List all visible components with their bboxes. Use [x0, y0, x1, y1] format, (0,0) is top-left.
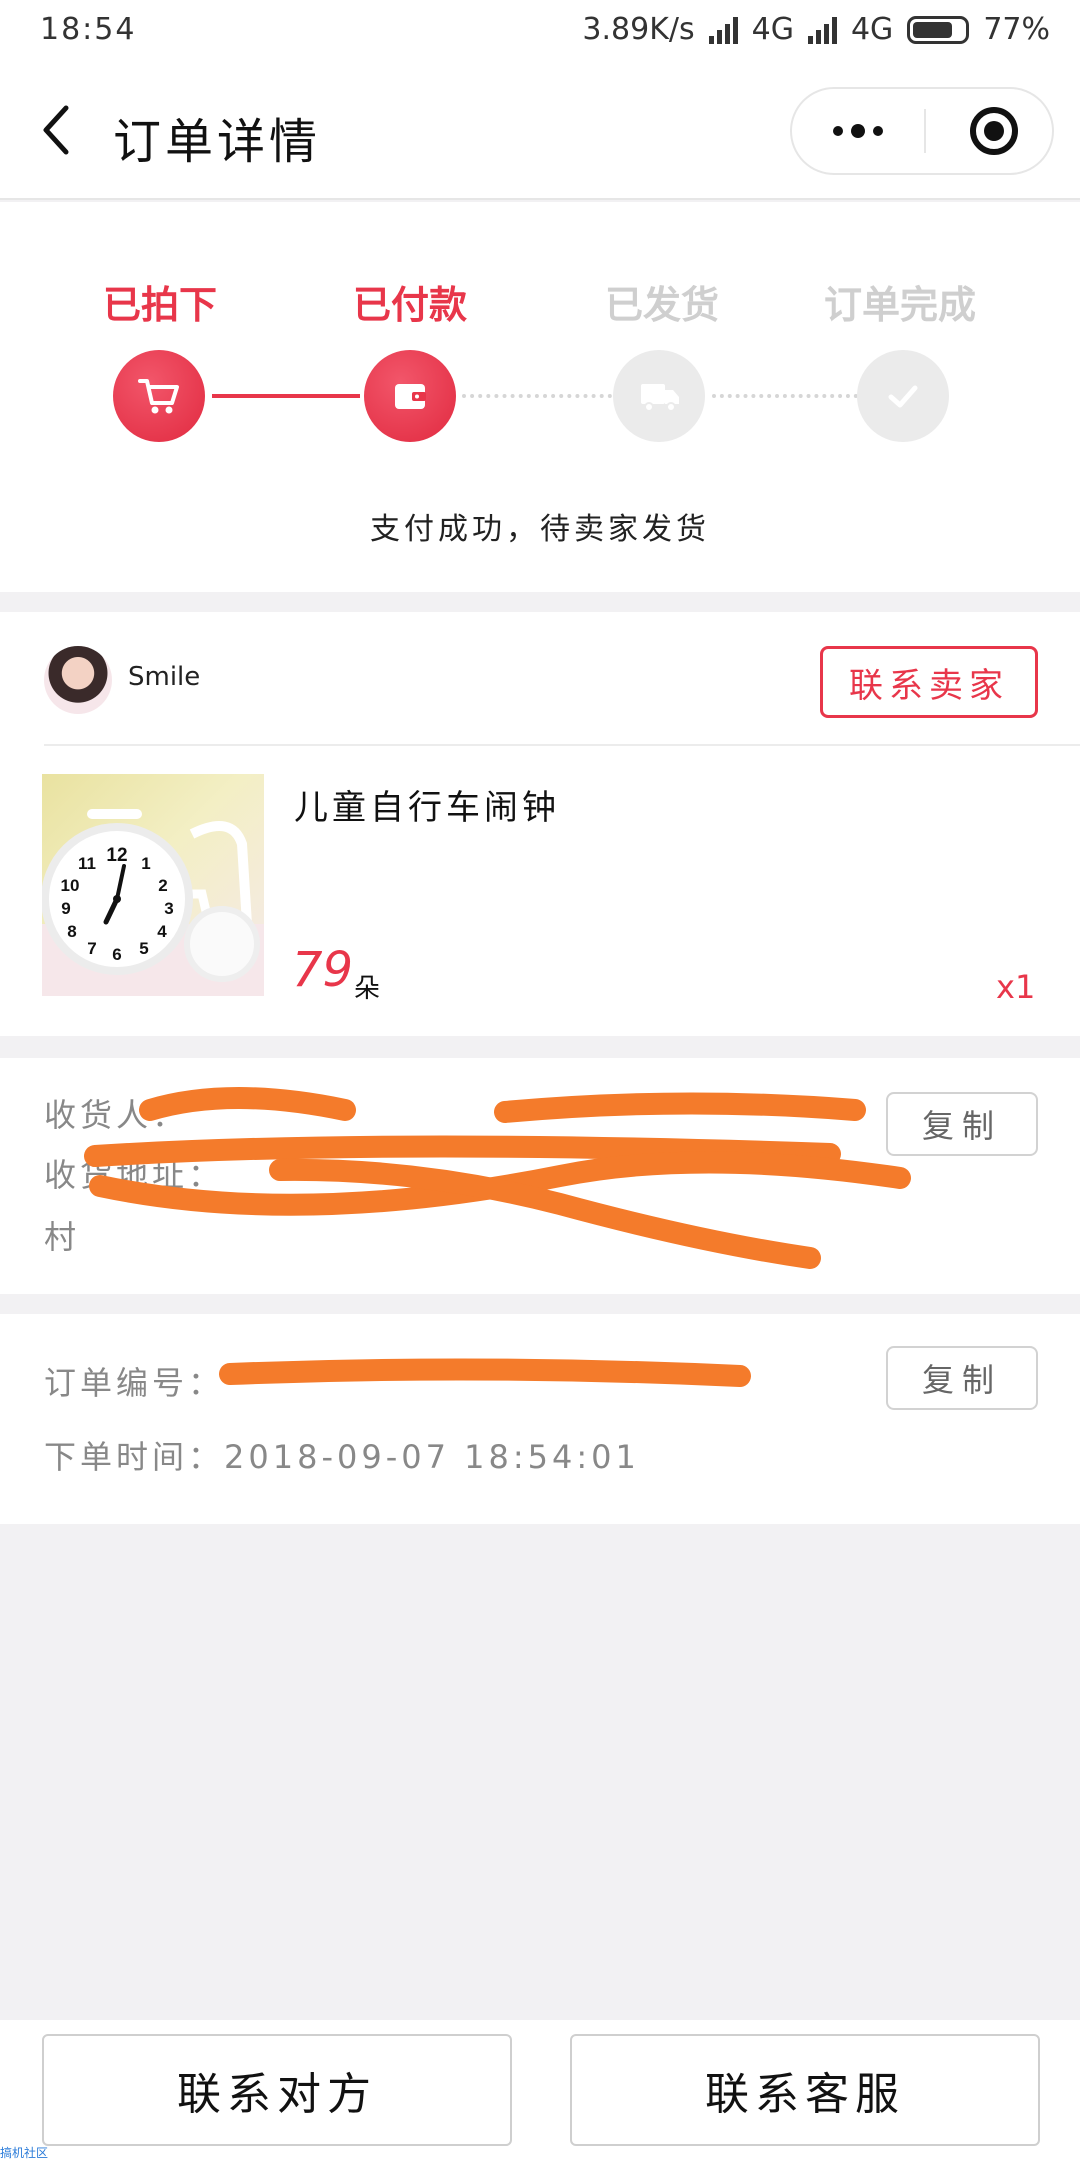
check-icon	[888, 385, 918, 408]
bottom-action-bar: 联系对方 联系客服	[0, 2020, 1080, 2160]
watermark: 搞机社区	[0, 2146, 49, 2160]
step-label-shipped: 已发货	[604, 283, 719, 327]
page-title: 订单详情	[113, 114, 322, 170]
chevron-left-icon	[43, 105, 69, 155]
step-label-ordered: 已拍下	[102, 283, 217, 327]
signal-icon	[708, 16, 738, 44]
svg-text:7: 7	[87, 939, 96, 958]
svg-text:3: 3	[164, 899, 173, 918]
network-speed: 3.89K/s	[582, 12, 695, 47]
address-label: 收货地址：	[44, 1156, 225, 1194]
status-bar: 18:54 3.89K/s 4G 4G 77%	[0, 0, 1080, 62]
svg-text:5: 5	[139, 939, 148, 958]
step-label-completed: 订单完成	[823, 283, 976, 327]
svg-text:4: 4	[157, 922, 167, 941]
svg-text:9: 9	[61, 899, 70, 918]
svg-text:6: 6	[112, 945, 121, 964]
svg-text:8: 8	[67, 922, 76, 941]
address-tail: 村	[44, 1218, 81, 1256]
product-image[interactable]: 12 11 10 1 2 3 4 5 6 7 8 9	[42, 774, 264, 996]
svg-text:11: 11	[78, 854, 96, 873]
alarm-clock-bicycle-image: 12 11 10 1 2 3 4 5 6 7 8 9	[42, 809, 264, 996]
price-unit: 朵	[354, 974, 381, 1004]
svg-text:10: 10	[61, 876, 80, 895]
step-circle-paid	[364, 350, 456, 442]
contact-other-party-button[interactable]: 联系对方	[42, 2034, 512, 2146]
copy-address-button[interactable]: 复制	[886, 1092, 1038, 1156]
product-quantity: x1	[996, 968, 1036, 1006]
cart-icon	[138, 379, 179, 414]
contact-customer-service-button[interactable]: 联系客服	[570, 2034, 1040, 2146]
dot-icon	[833, 126, 843, 136]
dot-icon	[851, 124, 865, 138]
capsule-divider	[924, 109, 926, 153]
product-price: 79	[292, 942, 354, 998]
step-label-paid: 已付款	[352, 283, 467, 327]
nav-bar: 订单详情	[0, 62, 1080, 200]
step-circle-shipped	[613, 350, 705, 442]
address-card: 收货人： 收货地址： 村 复制	[0, 1058, 1080, 1294]
battery-icon	[907, 15, 970, 44]
truck-icon	[641, 384, 679, 412]
order-status-text: 支付成功，待卖家发货	[370, 512, 710, 547]
svg-text:2: 2	[158, 876, 167, 895]
wallet-icon	[395, 384, 426, 409]
progress-line-pending	[462, 394, 612, 398]
miniprogram-capsule	[790, 87, 1054, 175]
progress-line-done	[212, 394, 360, 398]
product-title[interactable]: 儿童自行车闹钟	[294, 780, 560, 829]
dot-icon	[873, 126, 883, 136]
receiver-label: 收货人：	[44, 1096, 189, 1134]
seller-avatar[interactable]	[44, 646, 112, 714]
step-circle-completed	[857, 350, 949, 442]
progress-line-pending	[712, 394, 858, 398]
close-miniprogram-button[interactable]	[970, 107, 1018, 155]
copy-order-number-button[interactable]: 复制	[886, 1346, 1038, 1410]
network-type-1: 4G	[751, 12, 794, 47]
contact-seller-button[interactable]: 联系卖家	[820, 646, 1038, 718]
order-progress: 已拍下 已付款 已发货 订单完成 支付成功，待卖家发货	[0, 202, 1080, 592]
battery-percent: 77%	[983, 12, 1050, 47]
svg-text:12: 12	[106, 845, 127, 866]
product-card: Smile 联系卖家 12 11 10 1 2 3 4 5 6 7 8 9 儿童…	[0, 612, 1080, 1036]
order-time: 下单时间：2018-09-07 18:54:01	[44, 1438, 640, 1476]
divider	[44, 744, 1080, 746]
order-info-card: 订单编号： 下单时间：2018-09-07 18:54:01 复制	[0, 1314, 1080, 1524]
seller-name: Smile	[128, 662, 201, 692]
status-time: 18:54	[40, 12, 137, 47]
back-button[interactable]	[32, 98, 82, 162]
step-circle-ordered	[113, 350, 205, 442]
order-number-label: 订单编号：	[44, 1364, 225, 1402]
svg-text:1: 1	[141, 854, 150, 873]
more-button[interactable]	[792, 89, 924, 173]
network-type-2: 4G	[850, 12, 894, 47]
signal-icon-2	[807, 16, 837, 44]
status-right: 3.89K/s 4G 4G 77%	[582, 12, 1050, 47]
